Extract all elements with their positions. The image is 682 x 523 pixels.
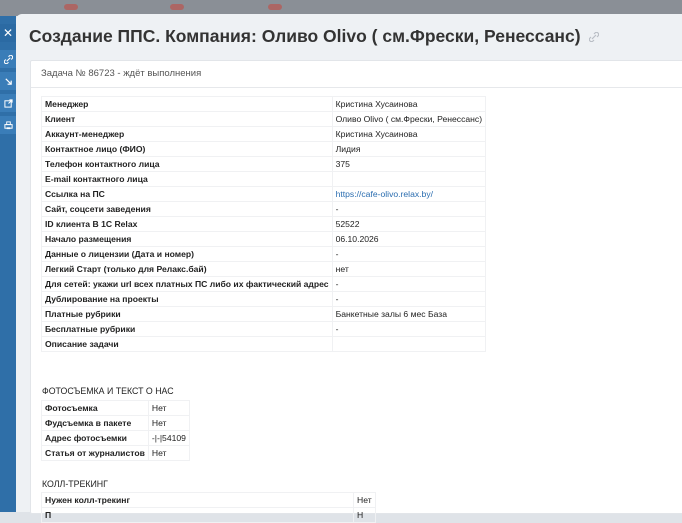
row-value: -|-|54109 — [147, 430, 190, 446]
row-value: 375 — [331, 156, 487, 172]
row-label: Для сетей: укажи url всех платных ПС либ… — [41, 276, 333, 292]
row-value: нет — [331, 261, 487, 277]
row-label: Сайт, соцсети заведения — [41, 201, 333, 217]
row-value: - — [331, 246, 487, 262]
table-row: E-mail контактного лица — [41, 171, 487, 187]
table-row: Описание задачи — [41, 336, 487, 352]
decorative-blob — [170, 4, 184, 10]
page-title: Создание ППС. Компания: Оливо Olivo ( см… — [29, 26, 600, 47]
row-value — [331, 171, 487, 187]
row-label: Телефон контактного лица — [41, 156, 333, 172]
row-label: Ссылка на ПС — [41, 186, 333, 202]
row-label: Начало размещения — [41, 231, 333, 247]
row-label: Контактное лицо (ФИО) — [41, 141, 333, 157]
print-icon — [3, 120, 13, 129]
close-button[interactable]: ✕ — [0, 24, 16, 42]
row-label: Клиент — [41, 111, 333, 127]
table-row: ПН — [41, 507, 376, 523]
row-label: Фудсъемка в пакете — [41, 415, 149, 431]
row-value: Нет — [147, 400, 190, 416]
side-toolbar: ✕ — [0, 16, 16, 512]
table-row: Адрес фотосъемки -|-|54109 — [41, 430, 190, 446]
row-label: Статья от журналистов — [41, 445, 149, 461]
row-label: Дублирование на проекты — [41, 291, 333, 307]
table-row: Начало размещения 06.10.2026 — [41, 231, 487, 247]
table-row: Аккаунт-менеджер Кристина Хусаинова — [41, 126, 487, 142]
row-label: Легкий Старт (только для Релакс.бай) — [41, 261, 333, 277]
row-label: П — [41, 507, 354, 523]
row-value: Оливо Olivo ( см.Фрески, Ренессанс) — [331, 111, 487, 127]
row-value: https://cafe-olivo.relax.by/ — [331, 186, 487, 202]
row-label: Фотосъемка — [41, 400, 149, 416]
row-value: - — [331, 201, 487, 217]
export-icon — [3, 98, 13, 108]
table-row: Фотосъемка Нет — [41, 400, 190, 416]
call-tracking-table: Нужен колл-трекинг Нет П Н — [41, 492, 376, 523]
table-row: Фудсъемка в пакете Нет — [41, 415, 190, 431]
row-label: Описание задачи — [41, 336, 333, 352]
table-row: Клиент Оливо Olivo ( см.Фрески, Ренессанс… — [41, 111, 487, 127]
table-row: Легкий Старт (только для Релакс.бай) нет — [41, 261, 487, 277]
row-label: Нужен колл-трекинг — [41, 492, 354, 508]
row-value: 52522 — [331, 216, 487, 232]
table-row: Контактное лицо (ФИО) Лидия — [41, 141, 487, 157]
decorative-blob — [64, 4, 78, 10]
table-row: Нужен колл-трекинг Нет — [41, 492, 376, 508]
row-value: Кристина Хусаинова — [331, 96, 487, 112]
table-row: Бесплатные рубрики - — [41, 321, 487, 337]
row-value: Нет — [353, 492, 376, 508]
table-row: Менеджер Кристина Хусаинова — [41, 96, 487, 112]
link-icon — [3, 54, 13, 64]
row-value: Нет — [147, 415, 190, 431]
decorative-blob — [268, 4, 282, 10]
table-row: Статья от журналистов Нет — [41, 445, 190, 461]
row-label: Адрес фотосъемки — [41, 430, 149, 446]
row-value — [331, 336, 487, 352]
listing-link[interactable]: https://cafe-olivo.relax.by/ — [336, 189, 433, 199]
table-row: Телефон контактного лица 375 — [41, 156, 487, 172]
task-details-table: Менеджер Кристина Хусаинова Клиент Оливо Ol… — [41, 96, 487, 352]
row-label: E-mail контактного лица — [41, 171, 333, 187]
row-value: Лидия — [331, 141, 487, 157]
copy-link-button[interactable] — [0, 50, 16, 68]
row-value: - — [331, 321, 487, 337]
row-label: ID клиента В 1С Relax — [41, 216, 333, 232]
task-card: Задача № 86723 - ждёт выполнения Менедже… — [30, 60, 682, 523]
page-title-text: Создание ППС. Компания: Оливо Olivo ( см… — [29, 26, 581, 46]
row-value: - — [331, 276, 487, 292]
row-value: Нет — [147, 445, 190, 461]
call-tracking-section-title: КОЛЛ-ТРЕКИНГ — [42, 479, 108, 489]
task-panel: Создание ППС. Компания: Оливо Olivo ( см… — [16, 14, 682, 523]
table-row: Сайт, соцсети заведения - — [41, 201, 487, 217]
row-label: Менеджер — [41, 96, 333, 112]
row-value: 06.10.2026 — [331, 231, 487, 247]
permalink-icon[interactable] — [589, 32, 600, 43]
row-label: Платные рубрики — [41, 306, 333, 322]
print-button[interactable] — [0, 116, 16, 134]
redirect-icon — [4, 77, 12, 85]
table-row: Данные о лицензии (Дата и номер) - — [41, 246, 487, 262]
table-row: Дублирование на проекты - — [41, 291, 487, 307]
row-value: - — [331, 291, 487, 307]
close-icon: ✕ — [2, 26, 14, 40]
row-value: Кристина Хусаинова — [331, 126, 487, 142]
table-row: ID клиента В 1С Relax 52522 — [41, 216, 487, 232]
task-header: Задача № 86723 - ждёт выполнения — [31, 61, 682, 88]
row-label: Аккаунт-менеджер — [41, 126, 333, 142]
export-button[interactable] — [0, 94, 16, 112]
row-value: Банкетные залы 6 мес База — [331, 306, 487, 322]
table-row: Платные рубрики Банкетные залы 6 мес База — [41, 306, 487, 322]
table-row: Ссылка на ПС https://cafe-olivo.relax.by/ — [41, 186, 487, 202]
row-label: Бесплатные рубрики — [41, 321, 333, 337]
photo-section-title: ФОТОСЪЕМКА И ТЕКСТ О НАС — [42, 386, 174, 396]
row-value: Н — [353, 507, 376, 523]
redirect-button[interactable] — [0, 72, 16, 90]
row-label: Данные о лицензии (Дата и номер) — [41, 246, 333, 262]
photo-details-table: Фотосъемка Нет Фудсъемка в пакете Нет Адрес … — [41, 400, 190, 461]
table-row: Для сетей: укажи url всех платных ПС либ… — [41, 276, 487, 292]
